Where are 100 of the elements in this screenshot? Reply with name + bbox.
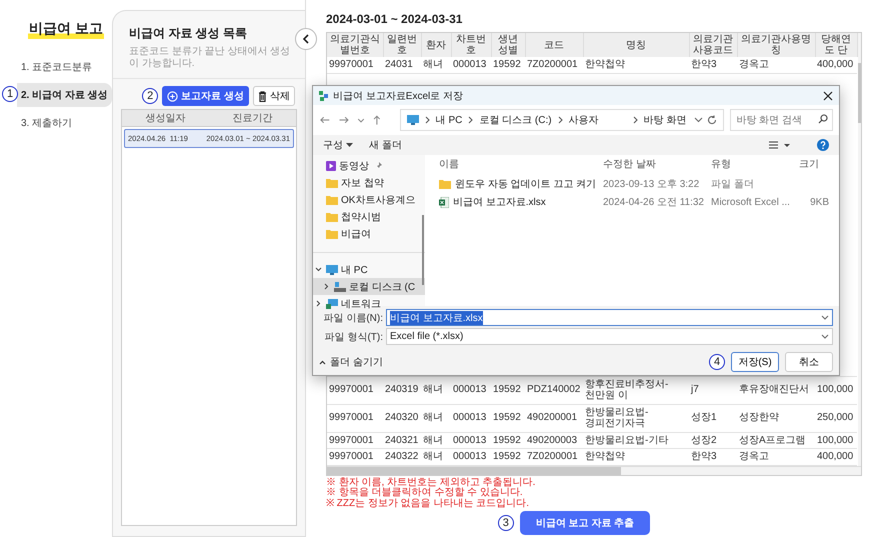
file-size: 9KB — [810, 196, 829, 208]
table-cell: 000013 — [451, 432, 491, 448]
new-folder-button[interactable]: 새 폴더 — [369, 138, 402, 152]
column-header: 명칭 — [583, 33, 689, 57]
file-name: 윈도우 자동 업데이트 끄고 켜기 — [455, 178, 596, 191]
cancel-button[interactable]: 취소 — [785, 352, 833, 372]
table-cell: 99970001 — [327, 448, 383, 465]
table-cell: 250,000 — [815, 404, 857, 432]
note-text: ※ ZZZ는 정보가 없음을 나타내는 코드입니다. — [326, 499, 530, 510]
dialog-title: 비급여 보고자료Excel로 저장 — [333, 90, 464, 102]
column-header: 일련번호 — [383, 33, 421, 57]
table-cell: 24031 — [383, 57, 421, 73]
delete-button[interactable]: 삭제 — [253, 86, 295, 106]
column-header[interactable]: 크기 — [795, 157, 829, 171]
column-header[interactable]: 이름 — [435, 157, 599, 171]
table-cell: 성장2 — [689, 432, 737, 448]
panel-title: 비급여 자료 생성 목록 — [129, 25, 248, 42]
save-button[interactable]: 저장(S) — [731, 352, 779, 372]
table-cell: 400,000 — [815, 57, 857, 73]
column-header: 의료기관사용명칭 — [737, 33, 815, 57]
column-header: 생성일자 — [144, 112, 186, 126]
create-report-button[interactable]: 보고자료 생성 — [162, 86, 249, 106]
table-cell: 19592 — [491, 404, 525, 432]
table-cell: 해녀 — [421, 404, 451, 432]
table-cell: 경옥고 — [737, 57, 815, 73]
period-title: 2024-03-01 ~ 2024-03-31 — [326, 12, 464, 26]
filename-label: 파일 이름(N): — [322, 312, 383, 324]
table-cell: 99970001 — [327, 57, 383, 73]
sidebar-item[interactable]: 3. 제출하기 — [17, 111, 112, 135]
table-cell: 해녀 — [421, 432, 451, 448]
table-cell: 000013 — [451, 404, 491, 432]
table-cell: 490200001 — [525, 404, 583, 432]
table-cell: 19592 — [491, 448, 525, 465]
organize-menu[interactable]: 구성 — [323, 138, 343, 152]
navigation-item[interactable]: 첩약시범 — [313, 208, 425, 225]
navigation-item[interactable]: 비급여 — [313, 225, 425, 242]
table-cell: 19592 — [491, 432, 525, 448]
column-header: 차트번호 — [451, 33, 491, 57]
navigation-item[interactable]: 로컬 디스크 (C — [313, 278, 425, 295]
column-header: 의료기관식별번호 — [327, 33, 383, 57]
navigation-item[interactable]: OK차트사용계으 — [313, 191, 425, 208]
table-cell: 100,000 — [815, 432, 857, 448]
hide-folders-toggle[interactable]: 폴더 숨기기 — [319, 355, 383, 369]
column-header: 생년성별 — [491, 33, 525, 57]
sidebar-title: 비급여 보고 — [28, 20, 104, 39]
step-marker: 4 — [709, 354, 725, 370]
breadcrumb[interactable]: 로컬 디스크 (C:) — [479, 113, 552, 127]
table-cell: 99970001 — [327, 404, 383, 432]
filename-field[interactable]: 비급여 보고자료.xlsx — [386, 309, 833, 326]
table-cell: 240322 — [383, 448, 421, 465]
note-text: ※ 환자 이름, 차트번호는 제외하고 추출됩니다. — [326, 478, 536, 488]
table-cell: 경옥고 — [737, 448, 815, 465]
table-cell: 성장1 — [689, 404, 737, 432]
breadcrumb[interactable]: 사용자 — [568, 113, 599, 127]
search-field[interactable]: 바탕 화면 검색 — [730, 109, 833, 131]
column-header: 코드 — [525, 33, 583, 57]
table-cell: 7Z0200001 — [525, 57, 583, 73]
column-header: 의료기관사용코드 — [689, 33, 737, 57]
column-header: 환자 — [421, 33, 451, 57]
table-cell: 해녀 — [421, 57, 451, 73]
table-cell: 성장한약 — [737, 404, 815, 432]
table-cell: 000013 — [451, 57, 491, 73]
file-type: Microsoft Excel ... — [711, 196, 790, 208]
step-marker: 3 — [498, 514, 514, 531]
table-cell: 7Z0200001 — [525, 448, 583, 465]
note-text: ※ 항목을 더블클릭하여 수정할 수 있습니다. — [326, 488, 524, 498]
navigation-item[interactable]: 동영상 — [313, 157, 425, 174]
sidebar-item[interactable]: 1. 표준코드분류 — [17, 55, 112, 79]
file-type: 파일 폴더 — [711, 179, 754, 190]
table-cell: 성장A프로그램 — [737, 432, 815, 448]
table-cell: 240321 — [383, 432, 421, 448]
table-cell: 한약첩약 — [583, 448, 689, 465]
table-cell: 한방물리요법-경피전기자극 — [583, 404, 689, 432]
filetype-dropdown[interactable]: Excel file (*.xlsx) — [386, 328, 833, 345]
step-marker: 1 — [2, 86, 18, 102]
navigation-item[interactable]: 네트워크 — [313, 295, 425, 312]
file-row[interactable]: 윈도우 자동 업데이트 끄고 켜기 2023-09-13 오후 3:22 파일 폴더 — [435, 175, 839, 193]
table-cell: 해녀 — [421, 448, 451, 465]
step-marker: 2 — [142, 88, 158, 104]
file-row[interactable]: 비급여 보고자료.xlsx 2024-04-26 오전 11:32 Microsoft Excel ... 9KB — [435, 193, 839, 211]
table-cell: 240320 — [383, 404, 421, 432]
column-header[interactable]: 수정한 날짜 — [599, 157, 707, 171]
sidebar-item[interactable]: 2. 비급여 자료 생성 — [17, 83, 112, 107]
table-cell: 한약첩약 — [583, 57, 689, 73]
table-cell: 99970001 — [327, 432, 383, 448]
breadcrumb[interactable]: 내 PC — [436, 113, 462, 127]
column-header[interactable]: 유형 — [707, 157, 795, 171]
breadcrumb[interactable]: 바탕 화면 — [644, 113, 686, 127]
table-cell: 19592 — [491, 57, 525, 73]
navigation-item[interactable]: 자보 첩약 — [313, 174, 425, 191]
table-cell: 000013 — [451, 448, 491, 465]
export-button[interactable]: 비급여 보고 자료 추출 — [520, 510, 650, 535]
filetype-label: 파일 형식(T): — [324, 330, 383, 344]
table-cell: 한방물리요법-기타 — [583, 432, 689, 448]
modified-date: 2024-04-26 오전 11:32 — [603, 197, 704, 208]
address-bar[interactable]: 내 PC 로컬 디스크 (C:) 사용자 바탕 화면 — [400, 109, 724, 131]
table-cell: 한약3 — [689, 57, 737, 73]
file-name: 비급여 보고자료.xlsx — [453, 196, 546, 209]
table-cell: 400,000 — [815, 448, 857, 465]
column-header: 당해연도 단 — [815, 33, 857, 57]
